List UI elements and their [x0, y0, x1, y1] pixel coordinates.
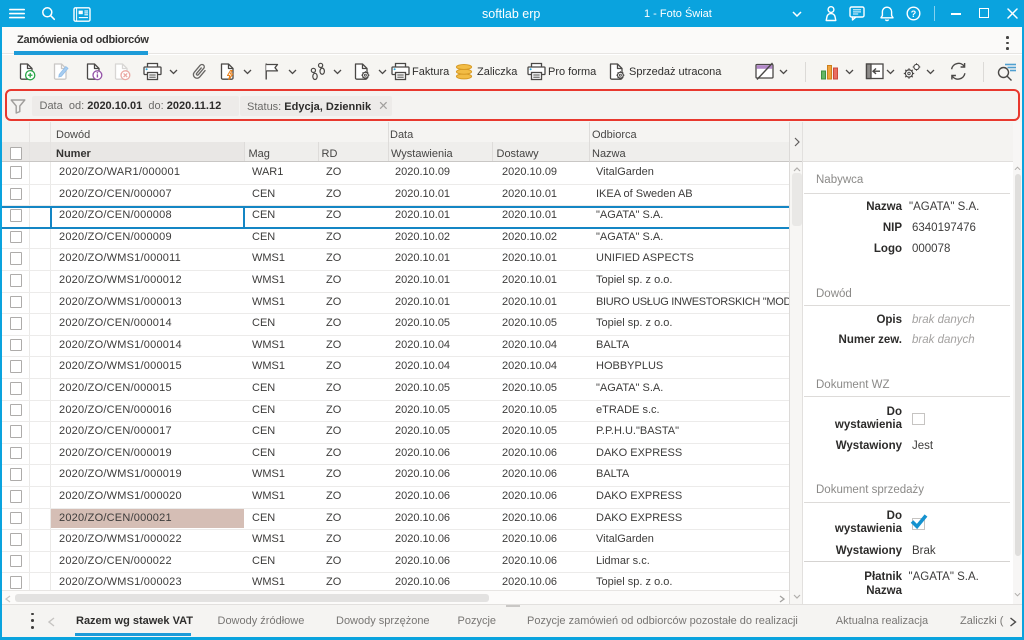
- svg-text:?: ?: [911, 9, 917, 19]
